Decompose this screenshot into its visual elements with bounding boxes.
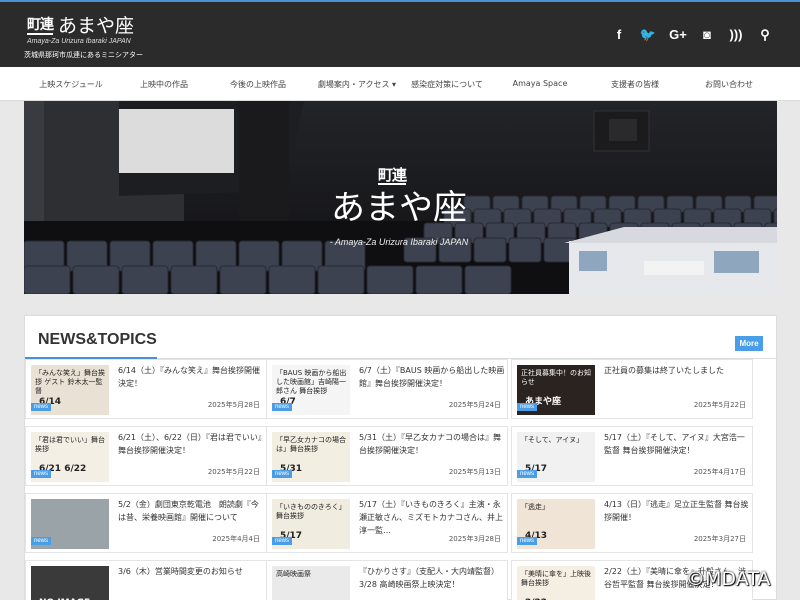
nav-item-7[interactable]: 支援者の皆様 (611, 79, 659, 90)
hero-logo-mark: 町連 (378, 166, 407, 185)
main-nav: 上映スケジュール 上映中の作品 今後の上映作品 劇場案内・アクセス ▾ 感染症対策につい… (0, 67, 800, 101)
news-card-title[interactable]: 4/13（日）『逃走』足立正生監督 舞台挨拶開催！ (604, 498, 750, 538)
news-card-date: 2025年5月22日 (207, 468, 260, 476)
news-topics-section: NEWS&TOPICS More 「みんな笑え」舞台挨拶 ゲスト 鈴木太一監督 6… (24, 315, 778, 600)
news-card[interactable]: 高崎映画祭news 『ひかりさす』（支配人・大内靖監督）3/28 高崎映画祭上映決… (266, 560, 508, 600)
news-card-date: 2025年3月27日 (693, 535, 746, 543)
nav-item-6[interactable]: Amaya Space (513, 79, 568, 88)
news-thumbnail[interactable]: 「早乙女カナコの場合は」舞台挨拶 5/31 news (272, 432, 350, 482)
news-badge: news (31, 403, 52, 411)
news-thumbnail[interactable]: NO IMAGEnews (31, 566, 109, 600)
news-card-title[interactable]: 6/14（土）『みんな笑え』舞台挨拶開催決定！ (118, 364, 264, 404)
news-card-date: 2025年5月24日 (448, 401, 501, 409)
news-card-date: 2025年5月13日 (448, 468, 501, 476)
rss-icon[interactable]: ))) (726, 27, 746, 43)
google-plus-icon[interactable]: G+ (668, 27, 688, 43)
hero-banner: 町連 あまや座 - Amaya-Za Urizura Ibaraki JAPAN (24, 101, 777, 294)
news-badge: news (31, 537, 52, 545)
hero-subtitle: - Amaya-Za Urizura Ibaraki JAPAN (329, 237, 469, 247)
thumbnail-text: 「早乙女カナコの場合は」舞台挨拶 (276, 436, 346, 453)
thumbnail-text: 「逃走」 (521, 503, 549, 511)
news-badge: news (272, 470, 293, 478)
news-card-date: 2025年4月17日 (693, 468, 746, 476)
instagram-icon[interactable]: ◙ (697, 27, 717, 43)
logo-mark[interactable]: 町連 (27, 18, 54, 35)
news-card[interactable]: 正社員募集中！のお知らせ あまや座 news 正社員の募集は終了いたしました 2025年… (511, 359, 753, 419)
watermark: ©MDATA (686, 568, 771, 590)
news-badge: news (272, 403, 293, 411)
news-thumbnail[interactable]: 「そして、アイヌ」 5/17 news (517, 432, 595, 482)
site-title[interactable]: あまや座 (58, 14, 134, 38)
news-card-date: 2025年3月28日 (448, 535, 501, 543)
nav-item-8[interactable]: お問い合わせ (705, 79, 753, 90)
news-card-title[interactable]: 正社員の募集は終了いたしました (604, 364, 750, 404)
hero-title: あまや座 (331, 188, 467, 228)
news-card[interactable]: news 5/2（金）劇団東京乾電池 朗読劇『今は昔、栄養映画館』開催について 20… (25, 493, 267, 553)
news-thumbnail[interactable]: 「君は君でいい」舞台挨拶 6/21 6/22 news (31, 432, 109, 482)
news-thumbnail[interactable]: 正社員募集中！のお知らせ あまや座 news (517, 365, 595, 415)
more-button[interactable]: More (735, 336, 763, 351)
news-card-title[interactable]: 5/17（土）『そして、アイヌ』大宮浩一監督 舞台挨拶開催決定！ (604, 431, 750, 471)
news-thumbnail[interactable]: news (31, 499, 109, 549)
news-badge: news (272, 537, 293, 545)
news-card[interactable]: 「そして、アイヌ」 5/17 news 5/17（土）『そして、アイヌ』大宮浩一監督 … (511, 426, 753, 486)
news-card-title[interactable]: 3/6（木）営業時間変更のお知らせ (118, 565, 264, 600)
news-card[interactable]: 「いきもののきろく」舞台挨拶 5/17 news 5/17（土）『いきものきろく』主演… (266, 493, 508, 553)
section-title: NEWS&TOPICS (38, 331, 157, 348)
news-card-title[interactable]: 6/21（土）、6/22（日）『君は君でいい』舞台挨拶開催決定！ (118, 431, 264, 471)
site-subtitle: Amaya-Za Urizura Ibaraki JAPAN (27, 38, 131, 45)
thumbnail-text: 高崎映画祭 (276, 570, 311, 578)
news-card[interactable]: 「BAUS 映画から船出した映画館」吉崎陽一郎さん 舞台挨拶 6/7 news 6/7… (266, 359, 508, 419)
news-thumbnail[interactable]: 「逃走」 4/13 news (517, 499, 595, 549)
thumbnail-text: 正社員募集中！のお知らせ (521, 369, 591, 386)
thumbnail-text: 「みんな笑え」舞台挨拶 ゲスト 鈴木太一監督 (35, 369, 105, 395)
news-card-title[interactable]: 6/7（土）『BAUS 映画から船出した映画館』舞台挨拶開催決定！ (359, 364, 505, 404)
twitter-icon[interactable]: 🐦 (638, 27, 658, 43)
nav-item-1[interactable]: 上映スケジュール (39, 79, 102, 90)
thumbnail-text: 「BAUS 映画から船出した映画館」吉崎陽一郎さん 舞台挨拶 (276, 369, 347, 395)
news-badge: news (31, 470, 52, 478)
search-icon[interactable]: ⚲ (755, 27, 775, 43)
nav-item-5[interactable]: 感染症対策について (411, 79, 483, 90)
nav-item-3[interactable]: 今後の上映作品 (230, 79, 286, 90)
news-badge: news (517, 537, 538, 545)
thumbnail-text: 「そして、アイヌ」 (521, 436, 584, 444)
news-card[interactable]: 「早乙女カナコの場合は」舞台挨拶 5/31 news 5/31（土）『早乙女カナコの場… (266, 426, 508, 486)
news-card-title[interactable]: 5/2（金）劇団東京乾電池 朗読劇『今は昔、栄養映画館』開催について (118, 498, 264, 538)
news-card[interactable]: 「君は君でいい」舞台挨拶 6/21 6/22 news 6/21（土）、6/22（日）… (25, 426, 267, 486)
facebook-icon[interactable]: f (609, 27, 629, 43)
news-badge: news (517, 403, 538, 411)
thumbnail-text: 「君は君でいい」舞台挨拶 (35, 436, 105, 453)
thumbnail-text: 「美晴に傘を」上映後舞台挨拶 (521, 570, 591, 587)
news-card-title[interactable]: 5/17（土）『いきものきろく』主演・永瀬正敏さん、ミズモトカナコさん、井上淳一… (359, 498, 505, 538)
news-card-title[interactable]: 『ひかりさす』（支配人・大内靖監督）3/28 高崎映画祭上映決定！ (359, 565, 505, 600)
news-card-date: 2025年4月4日 (212, 535, 260, 543)
site-header: 町連 あまや座 Amaya-Za Urizura Ibaraki JAPAN 茨… (0, 0, 800, 67)
news-card-title[interactable]: 5/31（土）『早乙女カナコの場合は』舞台挨拶開催決定！ (359, 431, 505, 471)
news-card[interactable]: 「逃走」 4/13 news 4/13（日）『逃走』足立正生監督 舞台挨拶開催！ 202… (511, 493, 753, 553)
news-thumbnail[interactable]: 高崎映画祭news (272, 566, 350, 600)
site-tagline: 茨城県那珂市瓜連にあるミニシアター (24, 51, 143, 59)
news-card[interactable]: 「みんな笑え」舞台挨拶 ゲスト 鈴木太一監督 6/14 news 6/14（土）『みん… (25, 359, 267, 419)
nav-item-2[interactable]: 上映中の作品 (140, 79, 188, 90)
news-thumbnail[interactable]: 「美晴に傘を」上映後舞台挨拶2/22news (517, 566, 595, 600)
thumbnail-text: 「いきもののきろく」舞台挨拶 (276, 503, 346, 520)
news-badge: news (517, 470, 538, 478)
news-thumbnail[interactable]: 「いきもののきろく」舞台挨拶 5/17 news (272, 499, 350, 549)
nav-item-4[interactable]: 劇場案内・アクセス ▾ (318, 79, 396, 90)
news-card-date: 2025年5月22日 (693, 401, 746, 409)
news-card[interactable]: NO IMAGEnews 3/6（木）営業時間変更のお知らせ (25, 560, 267, 600)
news-thumbnail[interactable]: 「みんな笑え」舞台挨拶 ゲスト 鈴木太一監督 6/14 news (31, 365, 109, 415)
news-card-date: 2025年5月28日 (207, 401, 260, 409)
news-thumbnail[interactable]: 「BAUS 映画から船出した映画館」吉崎陽一郎さん 舞台挨拶 6/7 news (272, 365, 350, 415)
